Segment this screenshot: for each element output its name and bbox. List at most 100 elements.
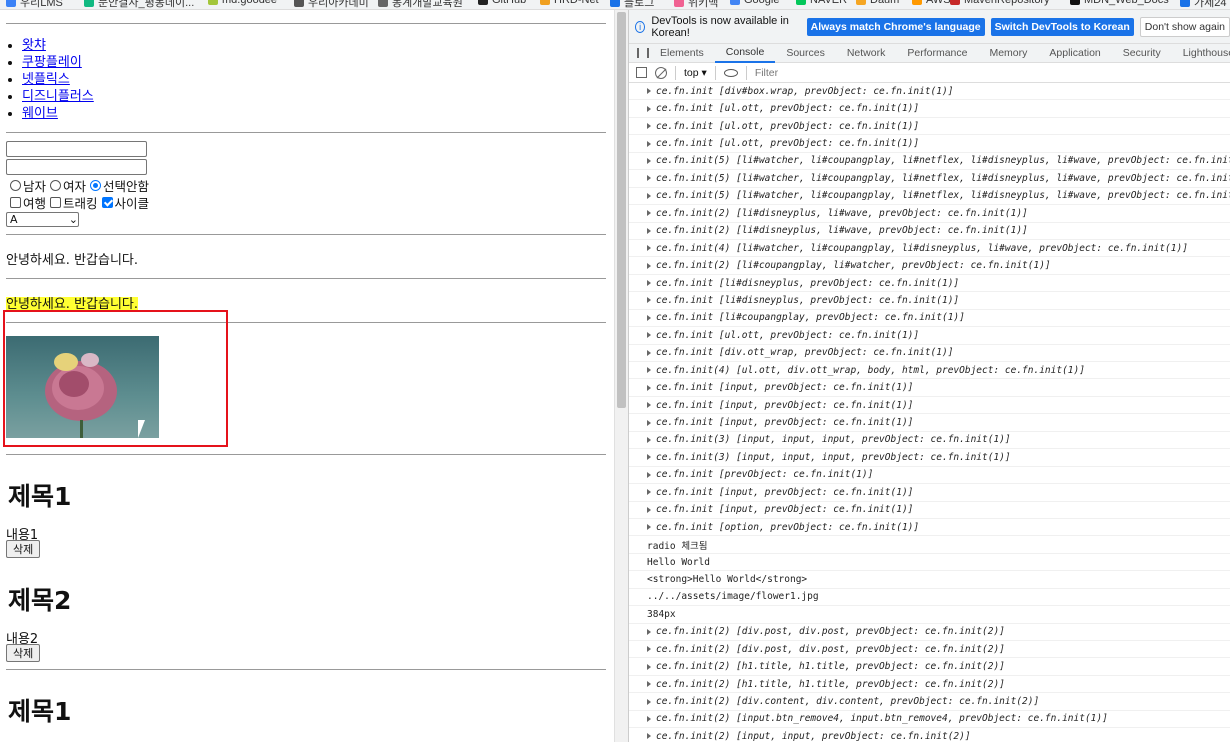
console-line[interactable]: ce.fn.init(5) [li#watcher, li#coupangpla… (629, 153, 1230, 171)
text-input-2[interactable] (6, 159, 147, 175)
expand-arrow-icon[interactable] (647, 245, 651, 252)
expand-arrow-icon[interactable] (647, 175, 651, 182)
checkbox-travel[interactable] (10, 197, 21, 208)
expand-arrow-icon[interactable] (647, 628, 651, 635)
bookmark-item[interactable]: 가세24 (1180, 0, 1226, 9)
bookmark-item[interactable]: md.goodee (208, 0, 277, 6)
expand-arrow-icon[interactable] (647, 105, 651, 112)
dont-show-again-button[interactable]: Don't show again (1139, 16, 1230, 37)
expand-arrow-icon[interactable] (647, 663, 651, 670)
expand-arrow-icon[interactable] (647, 646, 651, 653)
delete-button[interactable]: 삭제 (6, 644, 41, 662)
bookmark-item[interactable]: NAVER (796, 0, 847, 6)
sidebar-toggle-icon[interactable] (636, 67, 647, 78)
console-line[interactable]: ce.fn.init [ul.ott, prevObject: ce.fn.in… (629, 118, 1230, 136)
checkbox-cycle[interactable] (101, 197, 113, 208)
console-line[interactable]: ce.fn.init(2) [input.btn_remove4, input.… (629, 711, 1230, 729)
expand-arrow-icon[interactable] (647, 454, 651, 461)
console-line[interactable]: ce.fn.init [li#disneyplus, prevObject: c… (629, 275, 1230, 293)
console-line[interactable]: ce.fn.init(5) [li#watcher, li#coupangpla… (629, 188, 1230, 206)
expand-arrow-icon[interactable] (647, 715, 651, 722)
console-line[interactable]: ce.fn.init [input, prevObject: ce.fn.ini… (629, 502, 1230, 519)
live-expression-eye-icon[interactable] (723, 68, 738, 77)
nav-link[interactable]: 웨이브 (22, 106, 58, 121)
console-line[interactable]: ce.fn.init(4) [ul.ott, div.ott_wrap, bod… (629, 362, 1230, 380)
bookmark-item[interactable]: 문안결사_평동데이... (84, 0, 194, 9)
console-line[interactable]: ce.fn.init [div.ott_wrap, prevObject: ce… (629, 345, 1230, 362)
expand-arrow-icon[interactable] (647, 210, 651, 217)
bookmark-item[interactable]: Daum (856, 0, 899, 6)
expand-arrow-icon[interactable] (647, 698, 651, 705)
bookmark-item[interactable]: MDN_Web_Docs (1070, 0, 1169, 6)
tab-network[interactable]: Network (836, 44, 897, 63)
console-line[interactable]: ce.fn.init [input, prevObject: ce.fn.ini… (629, 379, 1230, 397)
expand-arrow-icon[interactable] (647, 419, 651, 426)
expand-arrow-icon[interactable] (647, 506, 651, 513)
expand-arrow-icon[interactable] (647, 367, 651, 374)
checkbox-tracking[interactable] (50, 197, 62, 208)
console-line[interactable]: ce.fn.init(3) [input, input, input, prev… (629, 449, 1230, 467)
radio-none[interactable] (90, 180, 102, 191)
always-match-language-button[interactable]: Always match Chrome's language (806, 17, 985, 36)
console-line[interactable]: ce.fn.init [input, prevObject: ce.fn.ini… (629, 414, 1230, 432)
console-line[interactable]: ce.fn.init(2) [div.post, div.post, prevO… (629, 641, 1230, 659)
expand-arrow-icon[interactable] (647, 681, 651, 688)
console-line[interactable]: ce.fn.init(2) [h1.title, h1.title, prevO… (629, 676, 1230, 694)
tab-memory[interactable]: Memory (978, 44, 1038, 63)
console-line[interactable]: ce.fn.init(3) [input, input, input, prev… (629, 432, 1230, 450)
console-line[interactable]: ce.fn.init(2) [li#disneyplus, li#wave, p… (629, 223, 1230, 240)
select-dropdown[interactable]: A ⌄ (6, 212, 79, 227)
tab-lighthouse[interactable]: Lighthouse (1172, 44, 1230, 63)
console-line[interactable]: ce.fn.init(2) [input, input, prevObject:… (629, 728, 1230, 742)
expand-arrow-icon[interactable] (647, 297, 651, 304)
tab-sources[interactable]: Sources (775, 44, 836, 63)
console-line[interactable]: ce.fn.init(5) [li#watcher, li#coupangpla… (629, 170, 1230, 188)
bookmark-item[interactable]: 우리LMS (6, 0, 63, 9)
expand-arrow-icon[interactable] (647, 384, 651, 391)
bookmark-item[interactable]: 동계개발교육원 (378, 0, 463, 9)
tab-elements[interactable]: Elements (649, 44, 715, 63)
console-line[interactable]: ce.fn.init(2) [div.content, div.content,… (629, 693, 1230, 711)
tab-console[interactable]: Console (714, 44, 776, 63)
expand-arrow-icon[interactable] (647, 192, 651, 199)
tab-security[interactable]: Security (1112, 44, 1172, 63)
delete-button[interactable]: 삭제 (6, 540, 41, 558)
inspect-element-icon[interactable] (637, 48, 639, 58)
radio-female[interactable] (50, 180, 62, 191)
bookmark-item[interactable]: 우리아카데미 (294, 0, 369, 9)
tab-performance[interactable]: Performance (896, 44, 978, 63)
expand-arrow-icon[interactable] (647, 489, 651, 496)
bookmark-item[interactable]: AWS (912, 0, 951, 6)
console-line[interactable]: ce.fn.init [option, prevObject: ce.fn.in… (629, 519, 1230, 537)
expand-arrow-icon[interactable] (647, 524, 651, 531)
console-line[interactable]: ce.fn.init [ul.ott, prevObject: ce.fn.in… (629, 327, 1230, 345)
clear-console-icon[interactable] (655, 66, 667, 79)
console-line[interactable]: ce.fn.init [div#box.wrap, prevObject: ce… (629, 83, 1230, 101)
expand-arrow-icon[interactable] (647, 262, 651, 269)
expand-arrow-icon[interactable] (647, 332, 651, 339)
expand-arrow-icon[interactable] (647, 123, 651, 130)
nav-link[interactable]: 쿠팡플레이 (22, 55, 82, 70)
console-line[interactable]: ce.fn.init(4) [li#watcher, li#coupangpla… (629, 240, 1230, 258)
console-line[interactable]: ce.fn.init [prevObject: ce.fn.init(1)] (629, 467, 1230, 485)
console-line[interactable]: ce.fn.init [ul.ott, prevObject: ce.fn.in… (629, 135, 1230, 153)
bookmark-item[interactable]: MavenRepository (950, 0, 1050, 6)
filter-input[interactable]: Filter (755, 67, 778, 79)
console-line[interactable]: ce.fn.init [li#disneyplus, prevObject: c… (629, 292, 1230, 310)
nav-link[interactable]: 넷플릭스 (22, 72, 70, 87)
nav-link[interactable]: 디즈니플러스 (22, 89, 94, 104)
scrollbar-thumb[interactable] (617, 12, 626, 408)
console-line[interactable]: ce.fn.init [input, prevObject: ce.fn.ini… (629, 484, 1230, 502)
expand-arrow-icon[interactable] (647, 471, 651, 478)
expand-arrow-icon[interactable] (647, 314, 651, 321)
expand-arrow-icon[interactable] (647, 733, 651, 740)
expand-arrow-icon[interactable] (647, 140, 651, 147)
nav-link[interactable]: 왓챠 (22, 38, 46, 53)
expand-arrow-icon[interactable] (647, 88, 651, 95)
bookmark-item[interactable]: HRD-Net (540, 0, 599, 6)
context-selector[interactable]: top ▾ (684, 67, 707, 79)
page-scrollbar[interactable] (614, 10, 628, 742)
switch-to-korean-button[interactable]: Switch DevTools to Korean (990, 17, 1134, 36)
tab-application[interactable]: Application (1038, 44, 1111, 63)
bookmark-item[interactable]: 위키백 (674, 0, 718, 9)
